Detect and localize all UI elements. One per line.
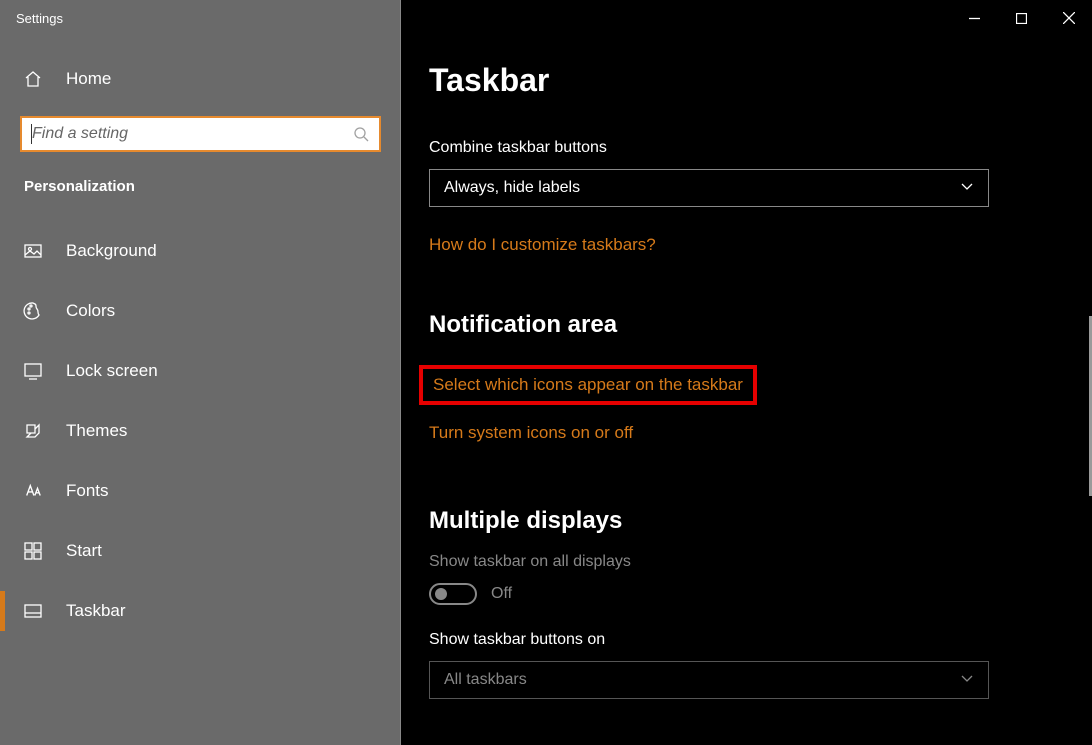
- settings-sidebar: Settings Home Personalization Background…: [0, 0, 401, 745]
- chevron-down-icon: [960, 179, 974, 198]
- customize-taskbar-link[interactable]: How do I customize taskbars?: [429, 235, 1064, 255]
- sidebar-item-start[interactable]: Start: [0, 521, 401, 581]
- main-content: Taskbar Combine taskbar buttons Always, …: [401, 0, 1092, 745]
- sidebar-item-label: Themes: [66, 421, 127, 441]
- chevron-down-icon: [960, 671, 974, 690]
- combine-on-label: Show taskbar buttons on: [429, 631, 1064, 649]
- sidebar-item-label: Background: [66, 241, 157, 261]
- sidebar-item-themes[interactable]: Themes: [0, 401, 401, 461]
- sidebar-item-label: Taskbar: [66, 601, 126, 621]
- show-all-label: Show taskbar on all displays: [429, 553, 1064, 571]
- minimize-button[interactable]: [951, 0, 998, 36]
- window-title: Settings: [0, 0, 401, 36]
- select-icons-link[interactable]: Select which icons appear on the taskbar: [433, 375, 743, 395]
- sidebar-item-label: Colors: [66, 301, 115, 321]
- sidebar-item-lockscreen[interactable]: Lock screen: [0, 341, 401, 401]
- multiple-displays-section-title: Multiple displays: [429, 507, 1064, 535]
- sidebar-item-colors[interactable]: Colors: [0, 281, 401, 341]
- nav-list: Background Colors Lock screen Themes Fon: [0, 221, 401, 641]
- toggle-state-label: Off: [491, 585, 512, 603]
- themes-icon: [22, 420, 44, 442]
- content-area: Taskbar Combine taskbar buttons Always, …: [401, 0, 1092, 745]
- sidebar-item-label: Start: [66, 541, 102, 561]
- search-container: [20, 116, 381, 152]
- text-caret: [31, 124, 32, 144]
- combine-label: Combine taskbar buttons: [429, 139, 1064, 157]
- category-header: Personalization: [0, 162, 401, 203]
- sidebar-item-label: Lock screen: [66, 361, 158, 381]
- taskbar-icon: [22, 600, 44, 622]
- sidebar-item-background[interactable]: Background: [0, 221, 401, 281]
- maximize-button[interactable]: [998, 0, 1045, 36]
- vertical-scrollbar[interactable]: [1087, 36, 1092, 745]
- select-value: Always, hide labels: [444, 179, 580, 197]
- combine-taskbar-select[interactable]: Always, hide labels: [429, 169, 989, 207]
- search-input[interactable]: [20, 116, 381, 152]
- palette-icon: [22, 300, 44, 322]
- select-value: All taskbars: [444, 671, 527, 689]
- lockscreen-icon: [22, 360, 44, 382]
- page-title: Taskbar: [429, 62, 1064, 99]
- sidebar-item-fonts[interactable]: Fonts: [0, 461, 401, 521]
- toggle-row: Off: [429, 583, 1064, 605]
- fonts-icon: [22, 480, 44, 502]
- show-all-toggle[interactable]: [429, 583, 477, 605]
- search-icon: [353, 126, 369, 142]
- system-icons-link[interactable]: Turn system icons on or off: [429, 415, 633, 451]
- close-button[interactable]: [1045, 0, 1092, 36]
- home-icon: [22, 68, 44, 90]
- image-icon: [22, 240, 44, 262]
- notification-section-title: Notification area: [429, 311, 1064, 339]
- show-buttons-on-select[interactable]: All taskbars: [429, 661, 989, 699]
- home-nav[interactable]: Home: [0, 54, 401, 104]
- start-icon: [22, 540, 44, 562]
- sidebar-item-label: Fonts: [66, 481, 109, 501]
- home-label: Home: [66, 69, 111, 89]
- window-controls: [951, 0, 1092, 36]
- annotation-highlight: Select which icons appear on the taskbar: [419, 365, 757, 405]
- toggle-knob: [435, 588, 447, 600]
- sidebar-item-taskbar[interactable]: Taskbar: [0, 581, 401, 641]
